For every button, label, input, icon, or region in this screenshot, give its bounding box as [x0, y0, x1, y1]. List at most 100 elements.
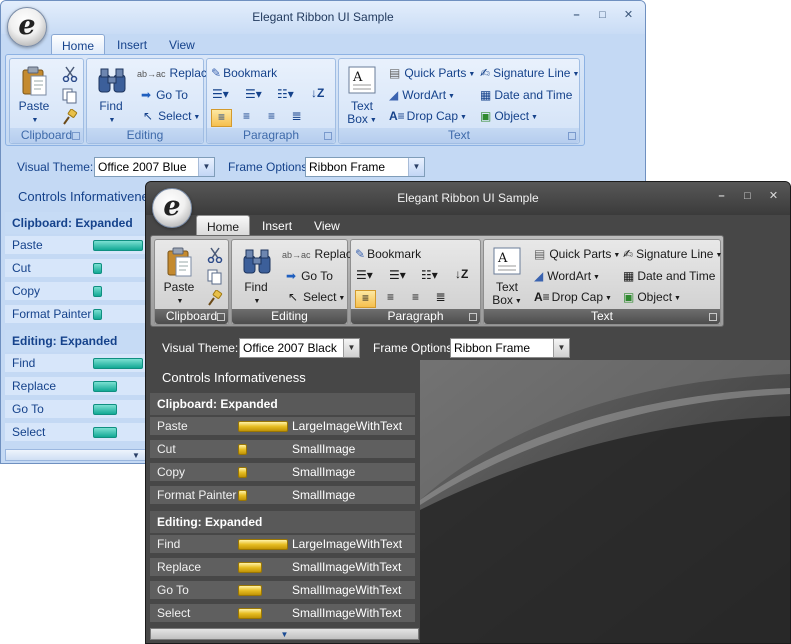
chevron-down-icon[interactable]: ▼ [343, 339, 359, 357]
drop-cap-button[interactable]: A≡ Drop Cap ▼ [389, 109, 467, 125]
frame-options-combo[interactable]: Ribbon Frame ▼ [305, 157, 425, 177]
bookmark-button[interactable]: ✎ Bookmark [211, 66, 277, 80]
sort-button[interactable]: ↓Z [311, 86, 324, 100]
tab-view[interactable]: View [159, 34, 205, 55]
date-time-button[interactable]: ▦ Date and Time [480, 88, 572, 102]
minimize-button[interactable]: – [570, 9, 583, 21]
dialog-launcher-icon[interactable] [709, 313, 717, 321]
wordart-button[interactable]: ◢ WordArt ▼ [389, 88, 455, 104]
list-item[interactable]: Go To [5, 400, 147, 419]
paste-icon[interactable] [21, 65, 49, 100]
scroll-down-button[interactable]: ▼ [5, 449, 147, 461]
bookmark-button[interactable]: ✎ Bookmark [355, 247, 421, 261]
list-item[interactable]: Select [5, 423, 147, 442]
align-right-button[interactable]: ≡ [405, 290, 426, 308]
tab-home[interactable]: Home [196, 215, 251, 236]
goto-button[interactable]: ➡ Go To [286, 269, 333, 283]
textbox-button[interactable]: Text Box ▼ [342, 100, 382, 127]
list-item[interactable]: Paste LargeImageWithText [150, 417, 415, 436]
tab-insert[interactable]: Insert [107, 34, 157, 55]
signature-line-button[interactable]: ✍ Signature Line ▼ [480, 66, 579, 82]
numbering-button[interactable]: ☰▾ [245, 87, 262, 101]
select-button[interactable]: ↖ Select ▼ [143, 109, 200, 125]
list-item[interactable]: Select SmallImageWithText [150, 604, 415, 623]
informativeness-list[interactable]: Clipboard: Expanded Paste Cut Copy Forma… [5, 212, 147, 452]
quick-parts-button[interactable]: ▤ Quick Parts ▼ [389, 66, 475, 82]
list-item[interactable]: Find [5, 354, 147, 373]
dialog-launcher-icon[interactable] [72, 132, 80, 140]
visual-theme-combo[interactable]: Office 2007 Black ▼ [239, 338, 360, 358]
scroll-down-button[interactable]: ▼ [150, 628, 419, 640]
binoculars-icon[interactable] [97, 67, 127, 98]
multilevel-list-button[interactable]: ☷▾ [277, 87, 294, 101]
maximize-button[interactable]: □ [741, 190, 754, 202]
bullets-button[interactable]: ☰▾ [356, 268, 373, 282]
format-painter-icon[interactable] [62, 108, 78, 128]
align-center-button[interactable]: ≡ [236, 109, 257, 127]
frame-options-combo[interactable]: Ribbon Frame ▼ [450, 338, 570, 358]
object-button[interactable]: ▣ Object ▼ [623, 290, 681, 306]
list-item[interactable]: Replace [5, 377, 147, 396]
cut-icon[interactable] [207, 247, 223, 266]
list-item[interactable]: Format Painter [5, 305, 147, 324]
quick-parts-button[interactable]: ▤ Quick Parts ▼ [534, 247, 620, 263]
chevron-down-icon[interactable]: ▼ [198, 158, 214, 176]
application-menu-button[interactable]: e [7, 7, 47, 47]
minimize-button[interactable]: – [715, 190, 728, 202]
paste-button[interactable]: Paste ▼ [14, 100, 54, 127]
visual-theme-combo[interactable]: Office 2007 Blue ▼ [94, 157, 215, 177]
list-item[interactable]: Cut [5, 259, 147, 278]
list-item[interactable]: Format Painter SmallImage [150, 486, 415, 505]
date-time-button[interactable]: ▦ Date and Time [623, 269, 715, 283]
align-right-button[interactable]: ≡ [261, 109, 282, 127]
list-item[interactable]: Paste [5, 236, 147, 255]
bullets-button[interactable]: ☰▾ [212, 87, 229, 101]
chevron-down-icon[interactable]: ▼ [553, 339, 569, 357]
chevron-down-icon[interactable]: ▼ [408, 158, 424, 176]
dialog-launcher-icon[interactable] [568, 132, 576, 140]
select-button[interactable]: ↖ Select ▼ [288, 290, 345, 306]
justify-button[interactable]: ≣ [286, 109, 307, 127]
signature-line-button[interactable]: ✍ Signature Line ▼ [623, 247, 722, 263]
find-button[interactable]: Find ▼ [91, 100, 131, 127]
sort-button[interactable]: ↓Z [455, 267, 468, 281]
list-item[interactable]: Go To SmallImageWithText [150, 581, 415, 600]
title-bar[interactable]: Elegant Ribbon UI Sample – □ ✕ [146, 182, 790, 215]
tab-home[interactable]: Home [51, 34, 106, 55]
textbox-icon[interactable]: A [348, 66, 376, 97]
replace-button[interactable]: ab→ac Replace [137, 66, 214, 81]
textbox-icon[interactable]: A [493, 247, 521, 278]
paste-icon[interactable] [166, 246, 194, 281]
application-menu-button[interactable]: e [152, 188, 192, 228]
format-painter-icon[interactable] [207, 289, 223, 309]
copy-icon[interactable] [207, 269, 223, 288]
paste-button[interactable]: Paste ▼ [159, 281, 199, 308]
wordart-button[interactable]: ◢ WordArt ▼ [534, 269, 600, 285]
tab-insert[interactable]: Insert [252, 215, 302, 236]
list-item[interactable]: Cut SmallImage [150, 440, 415, 459]
list-item[interactable]: Copy SmallImage [150, 463, 415, 482]
drop-cap-button[interactable]: A≡ Drop Cap ▼ [534, 290, 612, 306]
align-center-button[interactable]: ≡ [380, 290, 401, 308]
cut-icon[interactable] [62, 66, 78, 85]
dialog-launcher-icon[interactable] [324, 132, 332, 140]
align-left-button[interactable]: ≡ [355, 290, 376, 308]
maximize-button[interactable]: □ [596, 9, 609, 21]
goto-button[interactable]: ➡ Go To [141, 88, 188, 102]
replace-button[interactable]: ab→ac Replace [282, 247, 359, 262]
find-button[interactable]: Find ▼ [236, 281, 276, 308]
close-button[interactable]: ✕ [767, 190, 780, 202]
binoculars-icon[interactable] [242, 248, 272, 279]
close-button[interactable]: ✕ [622, 9, 635, 21]
justify-button[interactable]: ≣ [430, 290, 451, 308]
title-bar[interactable]: Elegant Ribbon UI Sample – □ ✕ [1, 1, 645, 34]
dialog-launcher-icon[interactable] [469, 313, 477, 321]
numbering-button[interactable]: ☰▾ [389, 268, 406, 282]
list-item[interactable]: Find LargeImageWithText [150, 535, 415, 554]
multilevel-list-button[interactable]: ☷▾ [421, 268, 438, 282]
copy-icon[interactable] [62, 88, 78, 107]
align-left-button[interactable]: ≡ [211, 109, 232, 127]
tab-view[interactable]: View [304, 215, 350, 236]
dialog-launcher-icon[interactable] [217, 313, 225, 321]
object-button[interactable]: ▣ Object ▼ [480, 109, 538, 125]
